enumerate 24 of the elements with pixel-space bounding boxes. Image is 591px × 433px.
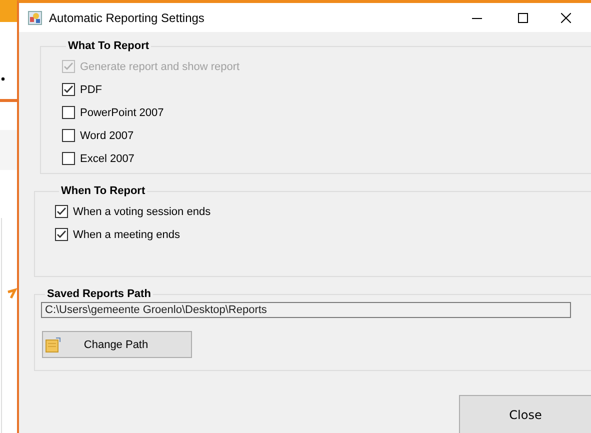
checkbox[interactable]: [62, 83, 75, 96]
close-button[interactable]: Close: [459, 395, 591, 433]
app-icon: [28, 10, 42, 24]
checkbox[interactable]: [55, 228, 68, 241]
checkbox-label: PDF: [80, 84, 102, 96]
window-title: Automatic Reporting Settings: [49, 10, 206, 24]
close-icon[interactable]: [561, 12, 571, 22]
checkbox[interactable]: [62, 152, 75, 165]
group-title: When To Report: [60, 185, 146, 197]
change-path-button[interactable]: Change Path: [42, 331, 192, 358]
checkbox[interactable]: [62, 106, 75, 119]
checkbox-label: Word 2007: [80, 130, 134, 142]
checkbox-label: Generate report and show report: [80, 60, 240, 72]
checkbox-label: PowerPoint 2007: [80, 106, 164, 118]
checkbox-label: When a meeting ends: [73, 228, 180, 240]
checkbox-label: When a voting session ends: [73, 206, 211, 218]
group-title: What To Report: [67, 40, 150, 52]
checkbox[interactable]: [62, 129, 75, 142]
checkbox[interactable]: [55, 205, 68, 218]
checkbox-label: Excel 2007: [80, 152, 134, 164]
maximize-icon[interactable]: [518, 12, 528, 22]
folder-icon: [45, 336, 61, 352]
group-title: Saved Reports Path: [46, 288, 152, 300]
path-field[interactable]: C:\Users\gemeente Groenlo\Desktop\Reports: [41, 302, 571, 318]
